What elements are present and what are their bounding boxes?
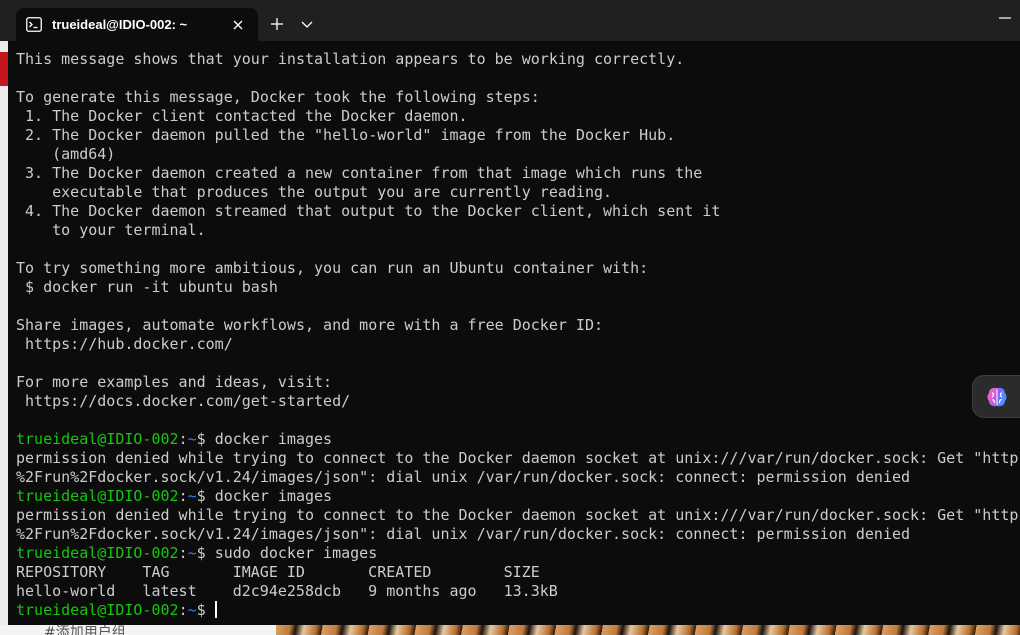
tab-title: trueideal@IDIO-002: ~ [52, 17, 188, 32]
background-app-banner [0, 52, 8, 86]
prompt-line: trueideal@IDIO-002:~$ docker images [16, 487, 1020, 506]
error-line: permission denied while trying to connec… [16, 449, 1020, 467]
header-tag: TAG [142, 563, 170, 581]
output-line: To try something more ambitious, you can… [16, 259, 649, 277]
minimize-icon[interactable] [995, 10, 1015, 26]
output-line: (amd64) [16, 145, 116, 163]
brain-icon [987, 387, 1007, 407]
background-app-text: #添加用户组 [44, 625, 126, 635]
prompt-user: trueideal@IDIO-002 [16, 487, 179, 505]
output-line: https://hub.docker.com/ [16, 335, 233, 353]
terminal-icon [26, 17, 42, 32]
header-repository: REPOSITORY [16, 563, 107, 581]
prompt-line[interactable]: trueideal@IDIO-002:~$ [16, 601, 1020, 620]
prompt-separator: : [178, 487, 188, 505]
output-line: This message shows that your installatio… [16, 50, 685, 68]
prompt-line: trueideal@IDIO-002:~$ sudo docker images [16, 544, 1020, 563]
output-line: To generate this message, Docker took th… [16, 88, 540, 106]
plus-icon[interactable] [268, 15, 286, 33]
command-text: docker images [214, 487, 333, 505]
prompt-path: ~ [187, 487, 197, 505]
prompt-user: trueideal@IDIO-002 [16, 544, 179, 562]
prompt-separator: : [178, 430, 188, 448]
cell-image-id: d2c94e258dcb [232, 582, 342, 600]
background-app-edge [0, 41, 8, 625]
output-line: For more examples and ideas, visit: [16, 373, 333, 391]
prompt-path: ~ [187, 430, 197, 448]
cell-size: 13.3kB [503, 582, 558, 600]
error-line: permission denied while trying to connec… [16, 506, 1020, 524]
floating-assistant-button[interactable] [972, 375, 1020, 418]
prompt-separator: : [178, 544, 188, 562]
cell-tag: latest [142, 582, 197, 600]
prompt-symbol: $ [196, 601, 206, 619]
output-line: to your terminal. [16, 221, 206, 239]
output-line: $ docker run -it ubuntu bash [16, 278, 278, 296]
tab-terminal[interactable]: trueideal@IDIO-002: ~ [16, 8, 258, 41]
terminal-output[interactable]: This message shows that your installatio… [16, 50, 1020, 625]
output-line: 3. The Docker daemon created a new conta… [16, 164, 703, 182]
prompt-path: ~ [187, 601, 197, 619]
close-icon[interactable] [230, 17, 246, 33]
prompt-separator: : [178, 601, 188, 619]
output-line: https://docs.docker.com/get-started/ [16, 392, 351, 410]
desktop-wallpaper [276, 625, 1020, 635]
terminal-window: trueideal@IDIO-002: ~ This message shows… [0, 0, 1020, 625]
text-cursor [214, 601, 217, 618]
chevron-down-icon[interactable] [299, 15, 315, 33]
cell-created: 9 months ago [368, 582, 477, 600]
prompt-symbol: $ [196, 430, 206, 448]
cell-repository: hello-world [16, 582, 116, 600]
title-bar: trueideal@IDIO-002: ~ [0, 0, 1020, 41]
error-line: %2Frun%2Fdocker.sock/v1.24/images/json":… [16, 525, 911, 543]
background-app-strip: #添加用户组 [0, 625, 276, 635]
table-header: REPOSITORY TAG IMAGE ID CREATED SIZE [16, 563, 1020, 582]
output-line: Share images, automate workflows, and mo… [16, 316, 603, 334]
output-line: 2. The Docker daemon pulled the "hello-w… [16, 126, 676, 144]
output-line: 1. The Docker client contacted the Docke… [16, 107, 468, 125]
command-text: sudo docker images [214, 544, 378, 562]
header-image-id: IMAGE ID [232, 563, 305, 581]
prompt-symbol: $ [196, 544, 206, 562]
header-created: CREATED [368, 563, 432, 581]
header-size: SIZE [503, 563, 540, 581]
table-row: hello-world latest d2c94e258dcb 9 months ag… [16, 582, 1020, 601]
prompt-symbol: $ [196, 487, 206, 505]
prompt-line: trueideal@IDIO-002:~$ docker images [16, 430, 1020, 449]
output-line: executable that produces the output you … [16, 183, 613, 201]
prompt-user: trueideal@IDIO-002 [16, 430, 179, 448]
prompt-user: trueideal@IDIO-002 [16, 601, 179, 619]
output-line: 4. The Docker daemon streamed that outpu… [16, 202, 721, 220]
error-line: %2Frun%2Fdocker.sock/v1.24/images/json":… [16, 468, 911, 486]
prompt-path: ~ [187, 544, 197, 562]
command-text: docker images [214, 430, 333, 448]
